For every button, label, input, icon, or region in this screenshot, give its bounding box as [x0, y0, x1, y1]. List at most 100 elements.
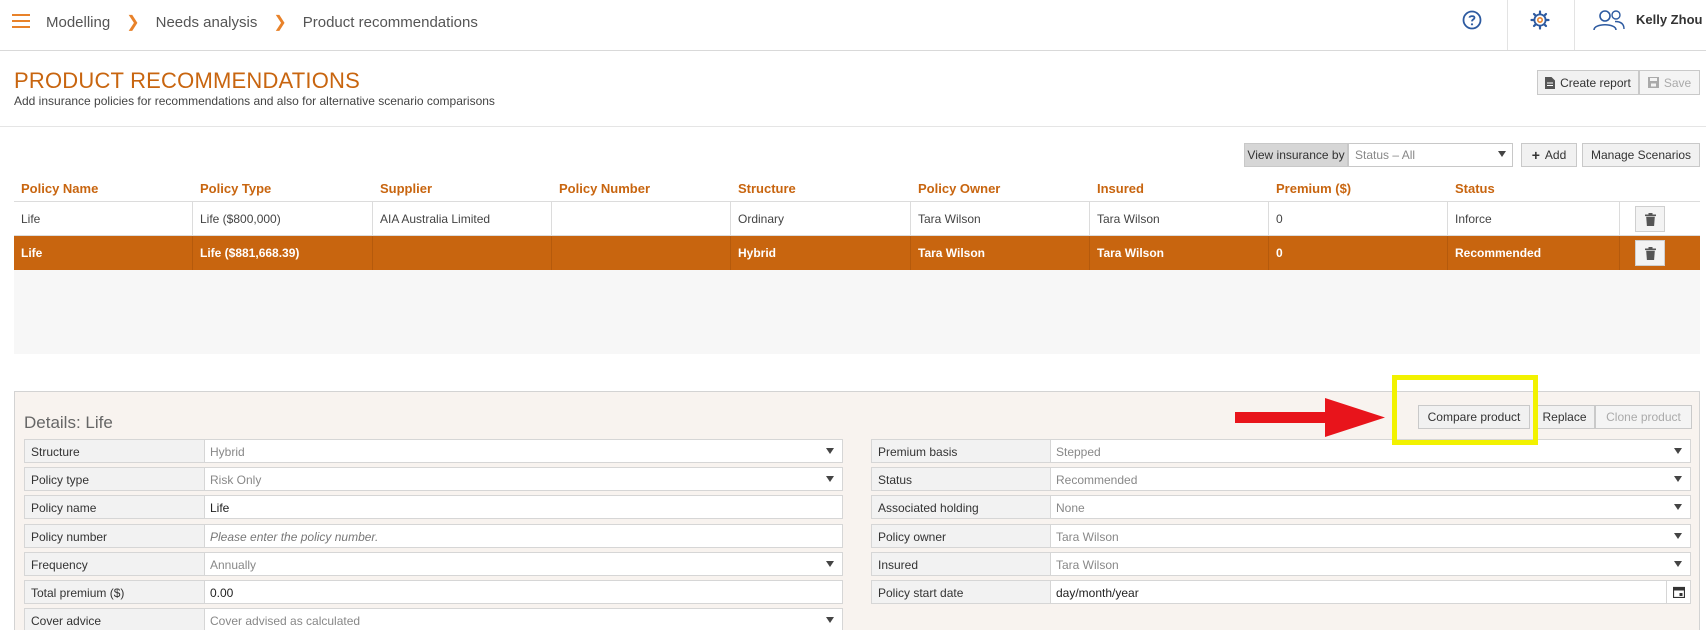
trash-icon — [1644, 212, 1656, 226]
field-value: Annually — [210, 558, 257, 572]
column-header[interactable]: Status — [1448, 176, 1620, 201]
field-value: day/month/year — [1056, 586, 1139, 600]
breadcrumb-modelling[interactable]: Modelling — [46, 14, 110, 31]
replace-label: Replace — [1542, 410, 1587, 424]
delete-button[interactable] — [1635, 206, 1665, 232]
caret-down-icon — [1498, 151, 1506, 157]
caret-down-icon — [1674, 533, 1682, 539]
top-bar: Modelling ❯ Needs analysis ❯ Product rec… — [0, 0, 1706, 51]
policy-owner-select[interactable]: Tara Wilson — [1051, 524, 1691, 548]
caret-down-icon — [1674, 476, 1682, 482]
field-policy-number: Policy number Please enter the policy nu… — [24, 524, 843, 548]
associated-holding-select[interactable]: None — [1051, 495, 1691, 519]
column-header[interactable]: Policy Type — [193, 176, 373, 201]
trash-icon — [1644, 246, 1656, 260]
premium-basis-select[interactable]: Stepped — [1051, 439, 1691, 463]
menu-icon[interactable] — [12, 14, 30, 28]
policy-number-input[interactable]: Please enter the policy number. — [205, 524, 843, 548]
column-header[interactable]: Policy Owner — [911, 176, 1090, 201]
field-label: Associated holding — [871, 495, 1051, 519]
field-structure: Structure Hybrid — [24, 439, 843, 463]
status-filter-value: Status – All — [1355, 148, 1416, 162]
breadcrumb-product-recommendations: Product recommendations — [302, 13, 478, 31]
policy-start-date-input[interactable]: day/month/year — [1051, 580, 1691, 604]
field-status: Status Recommended — [871, 467, 1691, 491]
table-cell — [552, 236, 731, 270]
structure-select[interactable]: Hybrid — [205, 439, 843, 463]
page-title: PRODUCT RECOMMENDATIONS — [14, 68, 361, 93]
view-insurance-label: View insurance by — [1244, 143, 1348, 167]
caret-down-icon — [1674, 448, 1682, 454]
yellow-highlight-annotation — [1392, 375, 1538, 445]
create-report-label: Create report — [1560, 75, 1631, 90]
field-label: Total premium ($) — [24, 580, 205, 604]
policy-name-input[interactable]: Life — [205, 495, 843, 519]
frequency-select[interactable]: Annually — [205, 552, 843, 576]
status-filter-select[interactable]: Status – All — [1348, 143, 1513, 167]
field-placeholder: Please enter the policy number. — [210, 530, 379, 544]
column-header[interactable]: Supplier — [373, 176, 552, 201]
gear-icon[interactable] — [1529, 9, 1551, 31]
table-cell: Tara Wilson — [911, 202, 1090, 236]
add-button[interactable]: + Add — [1521, 143, 1577, 167]
table-row-selected[interactable]: Life Life ($881,668.39) Hybrid Tara Wils… — [14, 236, 1700, 270]
calendar-icon[interactable] — [1666, 581, 1690, 603]
field-label: Policy number — [24, 524, 205, 548]
field-value: 0.00 — [210, 586, 234, 600]
field-value: None — [1056, 501, 1085, 515]
caret-down-icon — [826, 561, 834, 567]
policy-type-select[interactable]: Risk Only — [205, 467, 843, 491]
policy-table: Policy Name Policy Type Supplier Policy … — [14, 176, 1700, 354]
table-cell: Life ($800,000) — [193, 202, 373, 236]
replace-button[interactable]: Replace — [1534, 405, 1595, 429]
insured-select[interactable]: Tara Wilson — [1051, 552, 1691, 576]
users-icon[interactable] — [1591, 8, 1627, 32]
caret-down-icon — [826, 617, 834, 623]
field-label: Premium basis — [871, 439, 1051, 463]
field-value: Recommended — [1056, 473, 1138, 487]
field-label: Cover advice — [24, 608, 205, 630]
table-cell: Life ($881,668.39) — [193, 236, 373, 270]
field-label: Structure — [24, 439, 205, 463]
save-button[interactable]: Save — [1639, 70, 1700, 95]
user-name[interactable]: Kelly Zhou — [1636, 12, 1702, 27]
status-select[interactable]: Recommended — [1051, 467, 1691, 491]
column-header[interactable]: Insured — [1090, 176, 1269, 201]
create-report-button[interactable]: Create report — [1537, 70, 1639, 95]
help-icon[interactable] — [1461, 9, 1483, 31]
column-header[interactable]: Structure — [731, 176, 911, 201]
field-label: Policy owner — [871, 524, 1051, 548]
field-total-premium: Total premium ($) 0.00 — [24, 580, 843, 604]
field-value: Tara Wilson — [1056, 558, 1119, 572]
field-value: Life — [210, 501, 230, 515]
page-subtitle: Add insurance policies for recommendatio… — [14, 94, 495, 108]
table-cell: Hybrid — [731, 236, 911, 270]
table-cell: Ordinary — [731, 202, 911, 236]
divider — [0, 126, 1706, 127]
cover-advice-select[interactable]: Cover advised as calculated — [205, 608, 843, 630]
document-icon — [1545, 76, 1556, 89]
field-associated-holding: Associated holding None — [871, 495, 1691, 519]
table-cell: Tara Wilson — [1090, 202, 1269, 236]
breadcrumb-needs-analysis[interactable]: Needs analysis — [156, 14, 258, 31]
breadcrumb: Modelling ❯ Needs analysis ❯ Product rec… — [46, 12, 478, 32]
manage-scenarios-button[interactable]: Manage Scenarios — [1582, 143, 1700, 167]
field-label: Policy type — [24, 467, 205, 491]
field-label: Policy start date — [871, 580, 1051, 604]
table-cell: Tara Wilson — [911, 236, 1090, 270]
divider — [1507, 0, 1508, 50]
clone-product-button[interactable]: Clone product — [1595, 405, 1692, 429]
chevron-right-icon: ❯ — [273, 14, 287, 31]
field-premium-basis: Premium basis Stepped — [871, 439, 1691, 463]
field-cover-advice: Cover advice Cover advised as calculated — [24, 608, 843, 630]
field-value: Hybrid — [210, 445, 245, 459]
column-header[interactable]: Premium ($) — [1269, 176, 1448, 201]
column-header[interactable]: Policy Name — [14, 176, 193, 201]
field-policy-start-date: Policy start date day/month/year — [871, 580, 1691, 604]
field-insured: Insured Tara Wilson — [871, 552, 1691, 576]
total-premium-input[interactable]: 0.00 — [205, 580, 843, 604]
delete-button[interactable] — [1635, 240, 1665, 266]
table-row[interactable]: Life Life ($800,000) AIA Australia Limit… — [14, 202, 1700, 236]
column-header[interactable]: Policy Number — [552, 176, 731, 201]
plus-icon: + — [1531, 147, 1540, 163]
